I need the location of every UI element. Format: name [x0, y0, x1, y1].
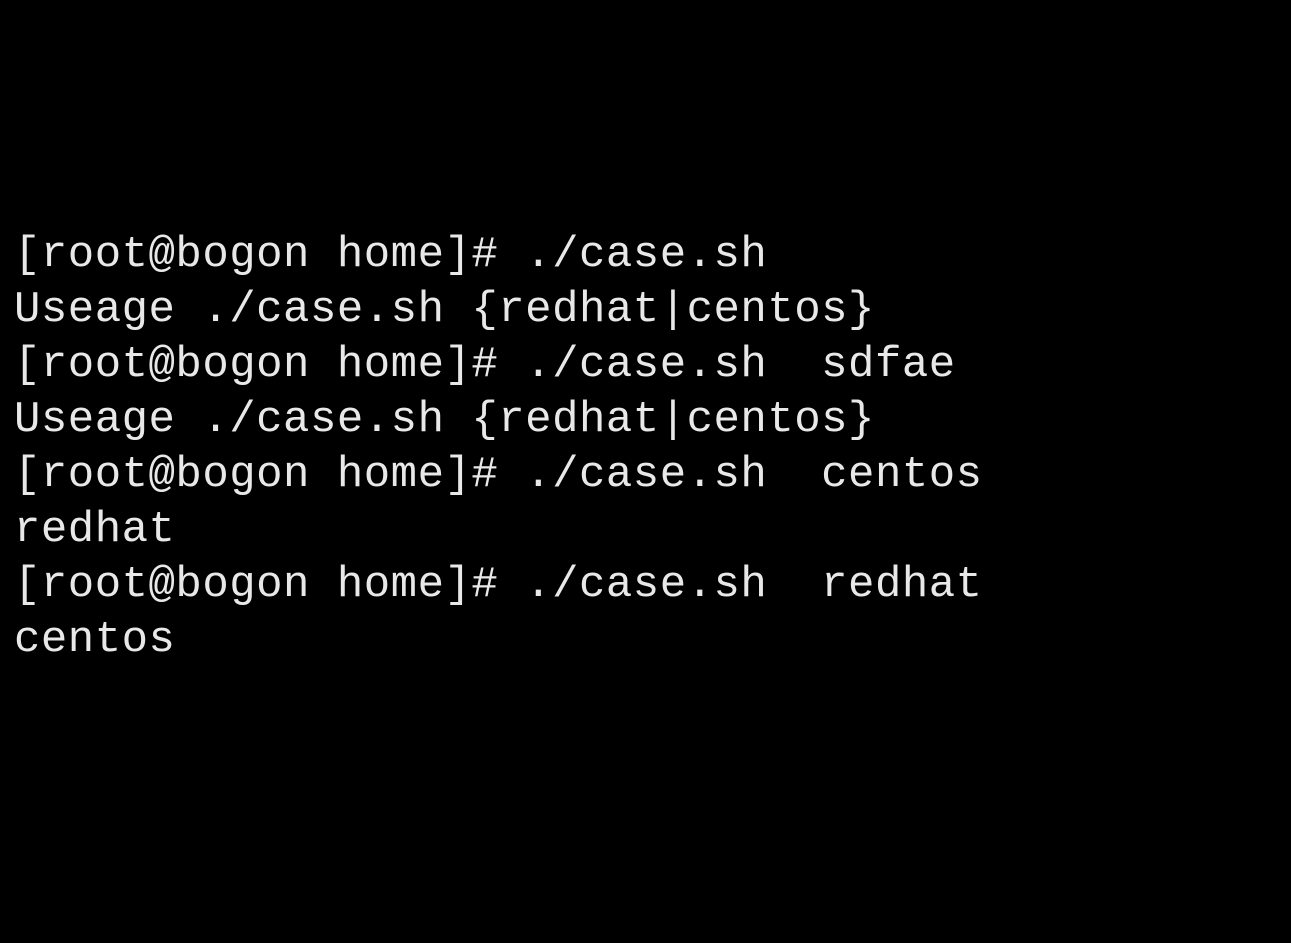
terminal-line: [root@bogon home]# ./case.sh sdfae [14, 338, 1277, 393]
terminal-line: [root@bogon home]# ./case.sh [14, 228, 1277, 283]
terminal-line: redhat [14, 503, 1277, 558]
terminal-line: Useage ./case.sh {redhat|centos} [14, 283, 1277, 338]
terminal-line: [root@bogon home]# ./case.sh centos [14, 448, 1277, 503]
terminal-output[interactable]: [root@bogon home]# ./case.shUseage ./cas… [14, 228, 1277, 668]
terminal-line: [root@bogon home]# ./case.sh redhat [14, 558, 1277, 613]
terminal-line: Useage ./case.sh {redhat|centos} [14, 393, 1277, 448]
terminal-line: centos [14, 613, 1277, 668]
